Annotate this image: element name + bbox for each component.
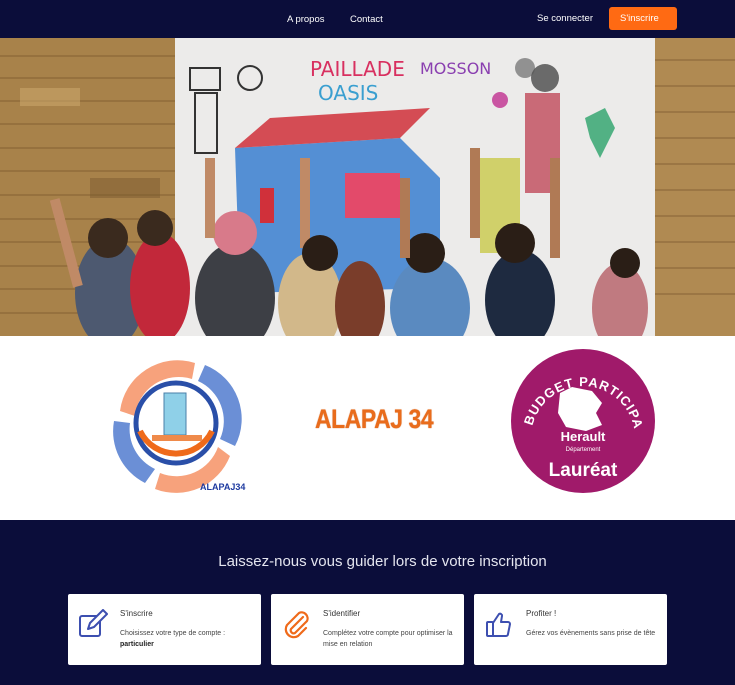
svg-text:PAILLADE: PAILLADE: [310, 57, 405, 81]
svg-text:MOSSON: MOSSON: [420, 59, 491, 78]
edit-icon: [78, 609, 108, 639]
alapaj34-logo-text: ALAPAJ34: [200, 482, 245, 492]
step-description: Gérez vos évènements sans prise de tête: [526, 630, 656, 637]
nav-link-contact[interactable]: Contact: [350, 14, 383, 25]
paperclip-icon: [281, 609, 311, 639]
signup-button[interactable]: S'inscrire: [609, 7, 677, 30]
badge-bottom-text: Lauréat: [549, 460, 618, 481]
step-title: S'identifier: [323, 609, 361, 618]
budget-participatif-badge: BUDGET PARTICIPATIF #2 Herault Départeme…: [506, 336, 656, 494]
alapaj34-cycle-logo: ALAPAJ34: [100, 351, 252, 497]
step-card-identify: S'identifier Complétez votre compte pour…: [271, 594, 464, 665]
step-card-signup: S'inscrire Choisissez votre type de comp…: [68, 594, 261, 665]
signup-guide-section: Laissez-nous vous guider lors de votre i…: [0, 520, 735, 685]
svg-text:OASIS: OASIS: [318, 81, 378, 105]
partner-logos: ALAPAJ34 ALAPAJ 34 BUDGET PARTICIPATIF #…: [0, 336, 735, 520]
badge-sub: Département: [566, 447, 601, 453]
account-type: particulier: [120, 641, 154, 648]
step-card-enjoy: Profiter ! Gérez vos évènements sans pri…: [474, 594, 667, 665]
step-description: Complétez votre compte pour optimiser la…: [323, 630, 453, 648]
step-title: S'inscrire: [120, 609, 153, 618]
guide-title: Laissez-nous vous guider lors de votre i…: [218, 553, 547, 570]
login-link[interactable]: Se connecter: [537, 13, 593, 24]
top-navbar: A propos Contact Se connecter S'inscrire: [0, 0, 735, 38]
hero-image: PAILLADE OASIS MOSSON: [0, 38, 735, 336]
nav-link-about[interactable]: A propos: [287, 14, 325, 25]
alapaj34-wordmark: ALAPAJ 34: [315, 404, 434, 434]
badge-brand: Herault: [561, 429, 606, 444]
thumbs-up-icon: [484, 609, 514, 639]
step-description: Choisissez votre type de compte : particu…: [120, 630, 226, 648]
page: A propos Contact Se connecter S'inscrire: [0, 0, 735, 685]
step-title: Profiter !: [526, 609, 557, 618]
